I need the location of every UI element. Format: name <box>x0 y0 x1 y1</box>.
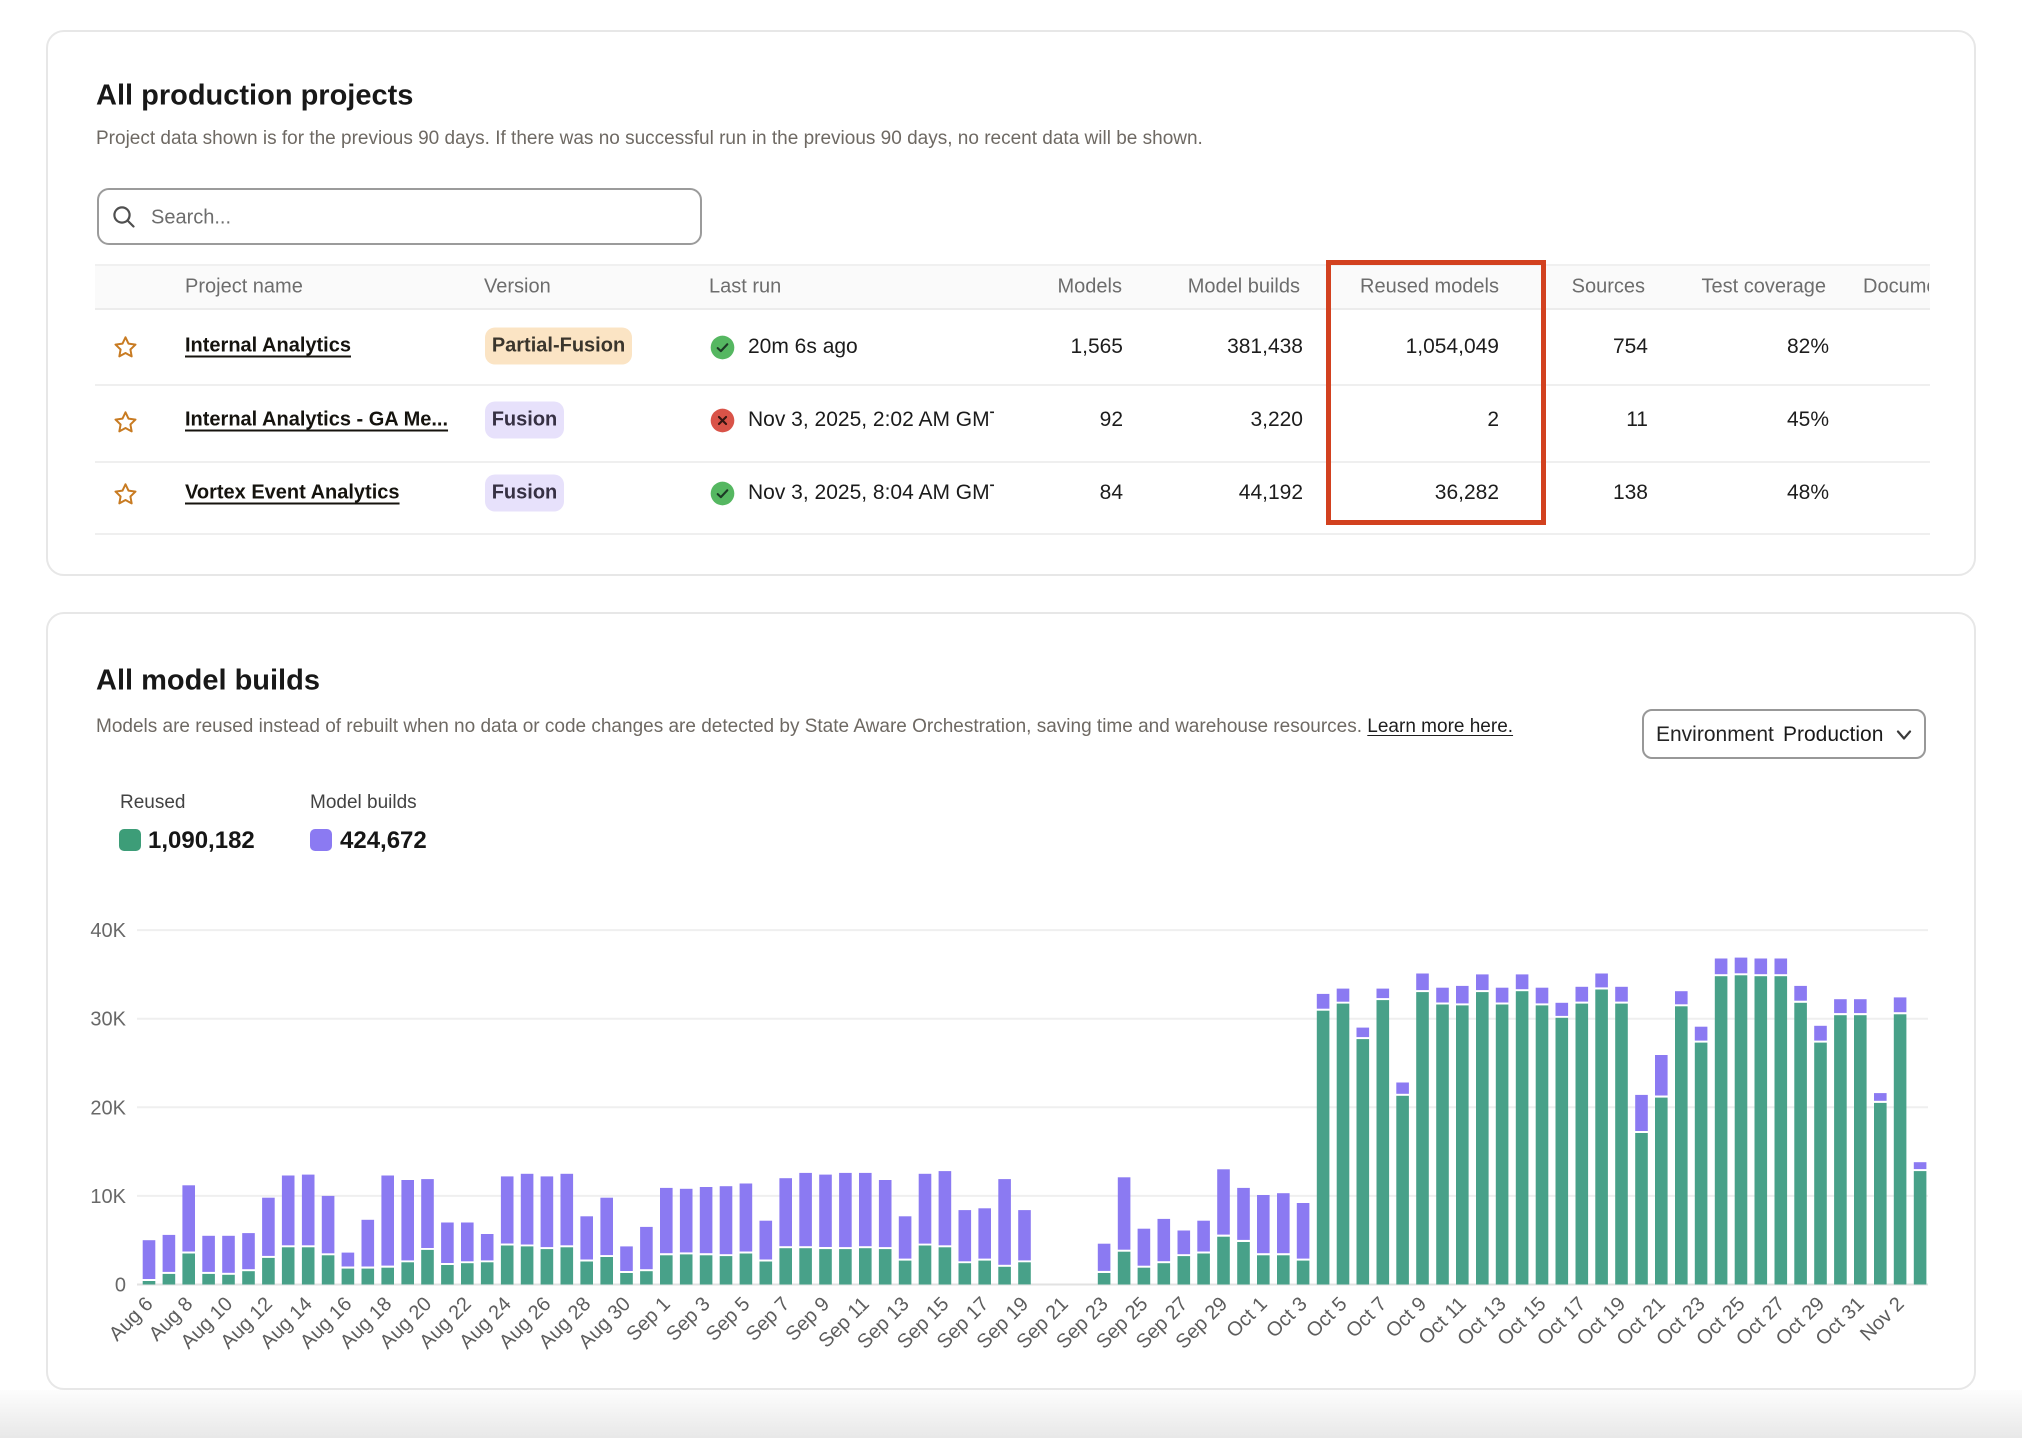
svg-text:40K: 40K <box>90 920 126 942</box>
svg-text:Sep 7: Sep 7 <box>742 1293 795 1346</box>
svg-text:30K: 30K <box>90 1009 126 1031</box>
svg-text:10K: 10K <box>90 1186 126 1208</box>
svg-text:20K: 20K <box>90 1097 126 1119</box>
svg-text:Nov 2: Nov 2 <box>1856 1293 1909 1346</box>
svg-text:Sep 3: Sep 3 <box>662 1293 715 1346</box>
svg-text:Oct 1: Oct 1 <box>1222 1293 1271 1342</box>
svg-text:Oct 3: Oct 3 <box>1262 1293 1311 1342</box>
svg-text:Oct 5: Oct 5 <box>1302 1293 1351 1342</box>
svg-text:Sep 1: Sep 1 <box>622 1293 675 1346</box>
svg-text:Oct 7: Oct 7 <box>1342 1293 1391 1342</box>
svg-text:Aug 6: Aug 6 <box>105 1293 158 1346</box>
svg-text:0: 0 <box>115 1275 126 1297</box>
svg-text:Sep 5: Sep 5 <box>702 1293 755 1346</box>
